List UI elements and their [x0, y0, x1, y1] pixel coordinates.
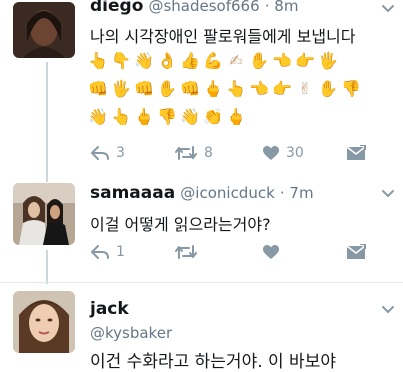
chevron-down-icon[interactable]: [381, 4, 395, 14]
hand-emoji: ✍: [229, 51, 243, 70]
hand-emoji: 💪: [203, 51, 223, 70]
tweet-samaaaa[interactable]: samaaaa @iconicduck · 7m 이걸 어떻게 읽으라는거야? …: [0, 178, 403, 284]
avatar[interactable]: [13, 2, 75, 58]
hand-emoji: 🖕: [226, 107, 246, 126]
avatar[interactable]: [13, 183, 75, 245]
hand-emoji: 👍: [180, 51, 200, 70]
retweet-button[interactable]: 8: [174, 145, 213, 161]
display-name[interactable]: jack: [90, 299, 129, 319]
chevron-down-icon[interactable]: [381, 305, 395, 315]
hand-emoji: 👊: [134, 79, 154, 98]
hand-emoji: ✋: [249, 51, 269, 70]
hand-emoji: 👉: [295, 51, 315, 70]
hand-emoji: ✋: [157, 79, 177, 98]
like-button[interactable]: [262, 244, 280, 260]
hand-emoji: 👊: [88, 79, 108, 98]
hand-emoji: 👉: [272, 79, 292, 98]
tweet-text: 이건 수화라고 하는거야. 이 바보야: [90, 352, 336, 372]
envelope-icon: [346, 244, 366, 259]
retweet-count: 8: [204, 145, 213, 161]
hand-emoji: 👌: [157, 51, 177, 70]
hand-emoji: 👎: [341, 79, 361, 98]
user-handle[interactable]: @shadesof666: [148, 0, 259, 15]
heart-icon: [263, 146, 279, 160]
tweet-actions: 3 8 30: [90, 145, 390, 167]
dm-button[interactable]: [346, 244, 366, 260]
timestamp[interactable]: · 7m: [280, 184, 314, 202]
like-button[interactable]: 30: [262, 145, 304, 161]
hand-emoji: 👎: [157, 107, 177, 126]
reply-count: 3: [116, 145, 125, 161]
tweet-diego[interactable]: diego @shadesof666 · 8m 나의 시각장애인 팔로워들에게 …: [0, 0, 403, 182]
hand-emoji: 👏: [203, 107, 223, 126]
reply-button[interactable]: 3: [90, 145, 125, 161]
hand-emoji: 👆: [111, 107, 131, 126]
hand-emoji: 👋: [134, 51, 154, 70]
hand-emoji: ✌: [298, 79, 312, 98]
chevron-down-icon[interactable]: [381, 189, 395, 199]
reply-icon: [91, 245, 109, 259]
hand-emoji: 👆: [88, 51, 108, 70]
dm-button[interactable]: [346, 145, 366, 161]
heart-icon: [263, 245, 279, 259]
tweet-text: 나의 시각장애인 팔로워들에게 보냅니다: [90, 27, 356, 46]
reply-count: 1: [116, 244, 125, 260]
reply-icon: [91, 146, 109, 160]
reply-button[interactable]: 1: [90, 244, 125, 260]
tweet-header: diego @shadesof666 · 8m: [90, 0, 298, 16]
display-name[interactable]: samaaaa: [90, 183, 175, 203]
thread-line: [46, 62, 48, 182]
display-name[interactable]: diego: [90, 0, 143, 16]
like-count: 30: [286, 145, 304, 161]
hand-emoji: ✋: [318, 79, 338, 98]
tweet-header-handle: @kysbaker: [90, 323, 172, 342]
hand-emoji: 👋: [180, 107, 200, 126]
hand-emoji: 🖐: [318, 51, 338, 70]
thread-line: [46, 250, 48, 284]
hand-emoji: 🖐: [111, 79, 131, 98]
hand-emoji: 👈: [272, 51, 292, 70]
timestamp[interactable]: · 8m: [265, 0, 299, 15]
tweet-header: samaaaa @iconicduck · 7m: [90, 183, 314, 203]
retweet-button[interactable]: [174, 244, 198, 260]
emoji-row-2: 👊 🖐 👊 ✋ 👊 🖕 👆 👈 👉 ✌ ✋ 👎: [88, 78, 361, 100]
avatar[interactable]: [13, 291, 75, 353]
tweet-jack[interactable]: jack @kysbaker 이건 수화라고 하는거야. 이 바보야: [0, 283, 403, 372]
emoji-row-3: 👋 👆 🖕 👎 👋 👏 🖕: [88, 106, 246, 128]
user-handle[interactable]: @kysbaker: [90, 324, 172, 342]
hand-emoji: 👋: [88, 107, 108, 126]
tweet-actions: 1: [90, 244, 390, 266]
retweet-icon: [175, 245, 197, 259]
envelope-icon: [346, 145, 366, 160]
user-handle[interactable]: @iconicduck: [180, 184, 274, 202]
hand-emoji: 👊: [180, 79, 200, 98]
emoji-row-1: 👆 👇 👋 👌 👍 💪 ✍ ✋ 👈 👉 🖐: [88, 50, 338, 72]
hand-emoji: 🖕: [134, 107, 154, 126]
hand-emoji: 🖕: [203, 79, 223, 98]
hand-emoji: 👇: [111, 51, 131, 70]
retweet-icon: [175, 146, 197, 160]
tweet-text: 이걸 어떻게 읽으라는거야?: [90, 215, 271, 234]
hand-emoji: 👆: [226, 79, 246, 98]
tweet-header: jack: [90, 299, 129, 319]
hand-emoji: 👈: [249, 79, 269, 98]
